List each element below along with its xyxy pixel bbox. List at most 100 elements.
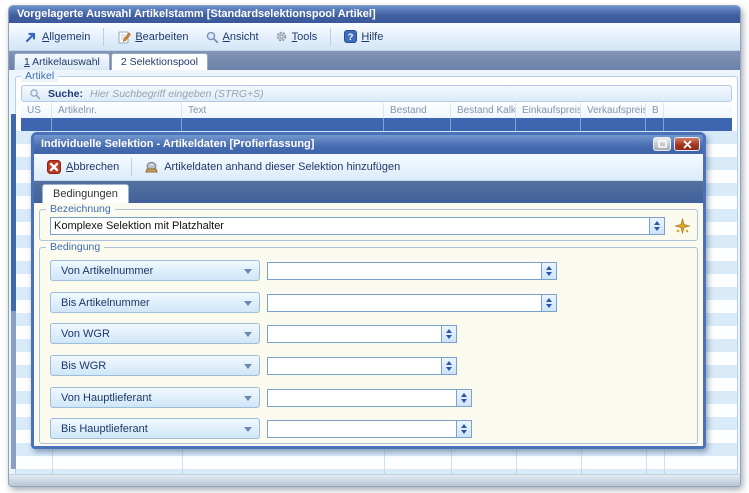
- value-input[interactable]: [271, 326, 439, 342]
- spinner-control[interactable]: [649, 218, 664, 234]
- restore-icon: [658, 140, 667, 148]
- spinner-down-icon: [446, 335, 452, 339]
- spinner-down-icon: [461, 430, 467, 434]
- field-dropdown[interactable]: Von Hauptlieferant: [50, 387, 260, 408]
- field-dropdown-value: Von Artikelnummer: [61, 265, 153, 277]
- table-cell: [451, 118, 516, 131]
- chevron-down-icon: [244, 427, 252, 432]
- spinner-down-icon: [546, 272, 552, 276]
- menu-allgemein[interactable]: Allgemein: [19, 27, 96, 46]
- value-field[interactable]: [267, 420, 472, 438]
- column-header[interactable]: Einkaufspreis: [516, 103, 581, 118]
- menu-bearbeiten[interactable]: Bearbeiten: [111, 27, 194, 47]
- value-input[interactable]: [271, 390, 454, 406]
- column-header[interactable]: Verkaufspreis: [581, 103, 646, 118]
- spinner-control[interactable]: [441, 358, 456, 374]
- cancel-icon: [47, 160, 61, 174]
- chevron-down-icon: [244, 332, 252, 337]
- field-dropdown[interactable]: Bis Artikelnummer: [50, 292, 260, 313]
- cancel-button[interactable]: Abbrechen: [47, 160, 119, 174]
- window-tabstrip: 1 Artikelauswahl 2 Selektionspool: [9, 51, 740, 70]
- table-cell: [384, 118, 451, 131]
- tab-selektionspool[interactable]: 2 Selektionspool: [111, 53, 208, 70]
- tab-artikelauswahl[interactable]: 1 Artikelauswahl: [14, 53, 110, 70]
- value-input[interactable]: [271, 421, 454, 437]
- menu-label: Ansicht: [223, 31, 259, 43]
- field-dropdown[interactable]: Bis WGR: [50, 355, 260, 376]
- add-selection-label: Artikeldaten anhand dieser Selektion hin…: [164, 161, 400, 173]
- close-icon: [683, 140, 692, 149]
- search-bar[interactable]: Suche: Hier Suchbegriff eingeben (STRG+S…: [21, 85, 732, 102]
- chevron-down-icon: [244, 364, 252, 369]
- table-cell: [664, 118, 732, 131]
- gear-icon: [275, 30, 288, 43]
- condition-row: Von Hauptlieferant: [40, 387, 697, 408]
- menu-separator: [103, 28, 104, 46]
- condition-row: Von WGR: [40, 323, 697, 344]
- field-dropdown-value: Bis Hauptlieferant: [61, 423, 148, 435]
- spinner-control[interactable]: [541, 295, 556, 311]
- menu-separator: [330, 28, 331, 46]
- bedingung-groupbox: Bedingung Von Artikelnummer: [39, 247, 698, 444]
- bedingung-group-label: Bedingung: [46, 241, 104, 253]
- dialog-tabstrip: Bedingungen: [34, 181, 703, 203]
- spinner-control[interactable]: [541, 263, 556, 279]
- selection-dialog: Individuelle Selektion - Artikeldaten [P…: [31, 132, 706, 449]
- value-field[interactable]: [267, 294, 557, 312]
- field-dropdown-value: Von WGR: [61, 328, 110, 340]
- spinner-control[interactable]: [456, 421, 471, 437]
- spinner-control[interactable]: [441, 326, 456, 342]
- chevron-down-icon: [244, 269, 252, 274]
- column-header[interactable]: Artikelnr.: [52, 103, 182, 118]
- column-header[interactable]: Bestand: [384, 103, 451, 118]
- tab-label: Bedingungen: [53, 188, 118, 200]
- table-cell: [52, 118, 182, 131]
- chevron-down-icon: [244, 396, 252, 401]
- artikel-group-label: Artikel: [21, 70, 58, 82]
- search-placeholder: Hier Suchbegriff eingeben (STRG+S): [90, 88, 264, 100]
- table-cell: [581, 118, 646, 131]
- dialog-toolbar: Abbrechen Artikeldaten anhand dieser Sel…: [34, 154, 703, 181]
- add-selection-button[interactable]: Artikeldaten anhand dieser Selektion hin…: [144, 160, 400, 175]
- selected-table-row[interactable]: [21, 118, 732, 131]
- spinner-control[interactable]: [456, 390, 471, 406]
- sparkle-icon[interactable]: [674, 218, 691, 235]
- field-dropdown[interactable]: Von WGR: [50, 323, 260, 344]
- menu-hilfe[interactable]: ? Hilfe: [338, 27, 389, 46]
- dialog-content: Bezeichnung Bedingung Von Artikelnumme: [34, 203, 703, 446]
- tab-bedingungen[interactable]: Bedingungen: [42, 184, 129, 203]
- value-field[interactable]: [267, 262, 557, 280]
- spinner-up-icon: [654, 221, 660, 225]
- column-header[interactable]: Text: [182, 103, 384, 118]
- left-edge-shade: [11, 311, 16, 469]
- value-field[interactable]: [267, 357, 457, 375]
- left-edge-highlight: [11, 114, 16, 311]
- field-dropdown[interactable]: Bis Hauptlieferant: [50, 418, 260, 439]
- value-field[interactable]: [267, 389, 472, 407]
- field-dropdown[interactable]: Von Artikelnummer: [50, 260, 260, 281]
- cancel-label: Abbrechen: [66, 161, 119, 173]
- column-header[interactable]: Bestand Kalk.: [451, 103, 516, 118]
- condition-row: Bis Artikelnummer: [40, 292, 697, 313]
- table-cell: [646, 118, 664, 131]
- value-input[interactable]: [271, 263, 539, 279]
- condition-row: Bis Hauptlieferant: [40, 418, 697, 439]
- value-input[interactable]: [271, 358, 439, 374]
- spinner-down-icon: [461, 399, 467, 403]
- menu-tools[interactable]: Tools: [269, 27, 324, 46]
- restore-button[interactable]: [653, 137, 671, 151]
- value-input[interactable]: [271, 295, 539, 311]
- column-header[interactable]: B: [646, 103, 664, 118]
- value-field[interactable]: [267, 325, 457, 343]
- menu-label: Hilfe: [361, 31, 383, 43]
- menu-ansicht[interactable]: Ansicht: [199, 27, 265, 47]
- bezeichnung-combo[interactable]: [50, 217, 665, 235]
- close-button[interactable]: [674, 137, 700, 151]
- menu-label: Bearbeiten: [135, 31, 188, 43]
- window-title: Vorgelagerte Auswahl Artikelstamm [Stand…: [17, 8, 376, 20]
- package-icon: [144, 160, 159, 175]
- column-header[interactable]: US: [21, 103, 52, 118]
- condition-row: Bis WGR: [40, 355, 697, 376]
- window-bottom-edge: [9, 474, 740, 486]
- bezeichnung-input[interactable]: [54, 218, 646, 234]
